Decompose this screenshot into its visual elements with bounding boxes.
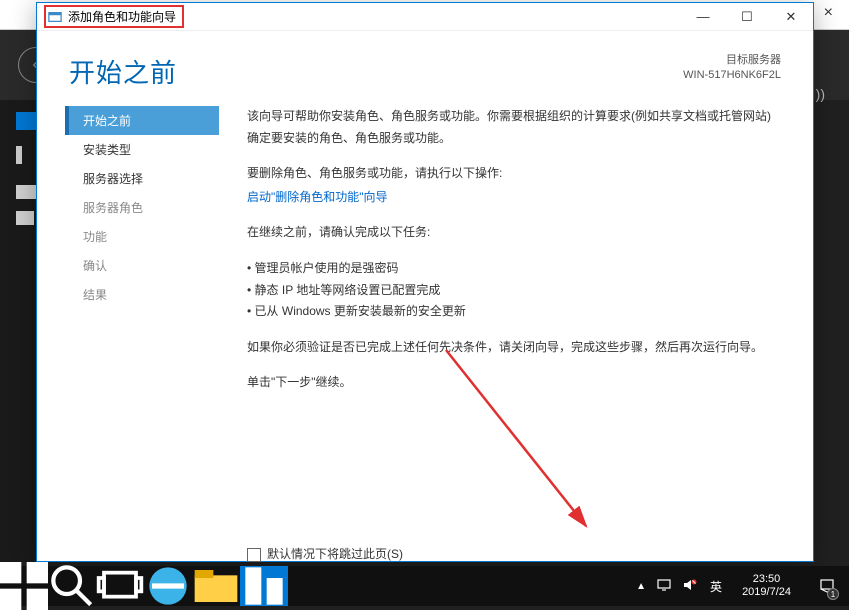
nav-installation-type[interactable]: 安装类型 <box>69 135 219 164</box>
bg-close-icon[interactable]: × <box>824 4 833 22</box>
skip-page-checkbox[interactable] <box>247 548 261 562</box>
start-button[interactable] <box>0 566 48 606</box>
wizard-window: 添加角色和功能向导 — ☐ ✕ 开始之前 目标服务器 WIN-517H6NK6F… <box>36 2 814 562</box>
network-icon[interactable] <box>656 577 672 596</box>
bullet-password: 管理员帐户使用的是强密码 <box>247 258 781 280</box>
maximize-button[interactable]: ☐ <box>725 3 769 31</box>
confirm-tasks-text: 在继续之前，请确认完成以下任务: <box>247 222 781 244</box>
bullet-static-ip: 静态 IP 地址等网络设置已配置完成 <box>247 280 781 302</box>
skip-page-row: 默认情况下将跳过此页(S) <box>247 544 781 566</box>
intro-text: 该向导可帮助你安装角色、角色服务或功能。你需要根据组织的计算要求(例如共享文档或… <box>247 106 781 149</box>
nav-features: 功能 <box>69 222 219 251</box>
nav-before-you-begin[interactable]: 开始之前 <box>65 106 219 135</box>
clock[interactable]: 23:50 2019/7/24 <box>734 573 799 599</box>
bg-refresh-icon: )) <box>816 86 825 102</box>
destination-server-block: 目标服务器 WIN-517H6NK6F2L <box>683 53 781 90</box>
ime-indicator[interactable]: 英 <box>708 578 724 595</box>
titlebar: 添加角色和功能向导 — ☐ ✕ <box>37 3 813 31</box>
close-button[interactable]: ✕ <box>769 3 813 31</box>
wizard-nav: 开始之前 安装类型 服务器选择 服务器角色 功能 确认 结果 <box>37 106 219 566</box>
notification-button[interactable]: 1 <box>809 566 845 606</box>
nav-confirmation: 确认 <box>69 251 219 280</box>
task-view-button[interactable] <box>96 566 144 606</box>
taskbar: ▲ 英 23:50 2019/7/24 1 <box>0 566 849 606</box>
clock-time: 23:50 <box>742 573 791 586</box>
window-title: 添加角色和功能向导 <box>68 8 176 25</box>
volume-icon[interactable] <box>682 577 698 596</box>
prereq-bullets: 管理员帐户使用的是强密码 静态 IP 地址等网络设置已配置完成 已从 Windo… <box>247 258 781 323</box>
remove-intro: 要删除角色、角色服务或功能，请执行以下操作: <box>247 163 781 185</box>
minimize-button[interactable]: — <box>681 3 725 31</box>
nav-server-roles: 服务器角色 <box>69 193 219 222</box>
page-title: 开始之前 <box>69 53 177 90</box>
search-button[interactable] <box>48 566 96 606</box>
ribbon-tile-3[interactable] <box>16 185 36 199</box>
dest-server: WIN-517H6NK6F2L <box>683 68 781 83</box>
clock-date: 2019/7/24 <box>742 586 791 599</box>
remove-roles-link[interactable]: 启动"删除角色和功能"向导 <box>247 190 388 204</box>
ie-button[interactable] <box>144 566 192 606</box>
window-controls: — ☐ ✕ <box>681 3 813 31</box>
ribbon-tile-4[interactable] <box>16 211 34 225</box>
bullet-windows-update: 已从 Windows 更新安装最新的安全更新 <box>247 301 781 323</box>
system-tray: ▲ 英 23:50 2019/7/24 1 <box>636 566 849 606</box>
verify-text: 如果你必须验证是否已完成上述任何先决条件，请关闭向导，完成这些步骤，然后再次运行… <box>247 337 781 359</box>
window-title-highlight: 添加角色和功能向导 <box>44 5 184 28</box>
server-manager-button[interactable] <box>240 566 288 606</box>
wizard-icon <box>48 10 62 24</box>
nav-results: 结果 <box>69 280 219 309</box>
wizard-main: 该向导可帮助你安装角色、角色服务或功能。你需要根据组织的计算要求(例如共享文档或… <box>219 106 813 566</box>
nav-server-selection[interactable]: 服务器选择 <box>69 164 219 193</box>
wizard-header: 开始之前 目标服务器 WIN-517H6NK6F2L <box>37 31 813 100</box>
click-next-text: 单击"下一步"继续。 <box>247 372 781 394</box>
tray-chevron-icon[interactable]: ▲ <box>636 581 646 592</box>
dest-label: 目标服务器 <box>683 53 781 68</box>
ribbon-tile-2[interactable] <box>16 146 22 164</box>
explorer-button[interactable] <box>192 566 240 606</box>
notification-badge: 1 <box>827 588 839 600</box>
